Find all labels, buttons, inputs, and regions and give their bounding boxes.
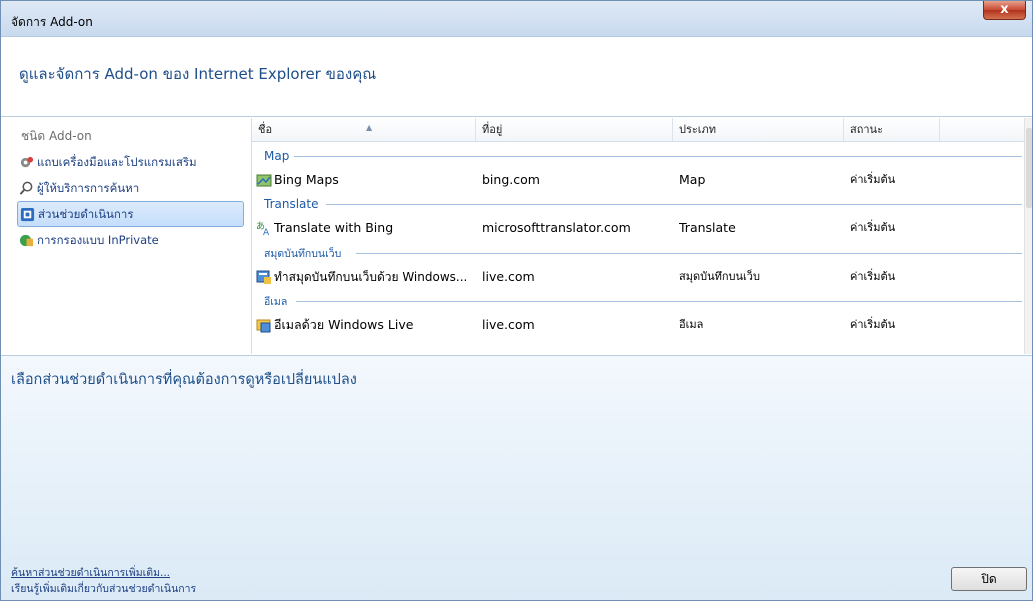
sidebar-item-label: แถบเครื่องมือและโปรแกรมเสริม	[37, 155, 197, 169]
row-name: ทำสมุดบันทึกบนเว็บด้วย Windows...	[274, 270, 468, 284]
page-heading: ดูและจัดการ Add-on ของ Internet Explorer…	[19, 65, 377, 83]
details-pane: เลือกส่วนช่วยดำเนินการที่คุณต้องการดูหรื…	[1, 355, 1032, 600]
title-bar: จัดการ Add-on x	[1, 1, 1032, 37]
group-header-email: อีเมล	[264, 294, 1022, 308]
group-header-translate: Translate	[264, 197, 1022, 211]
accelerator-icon	[20, 207, 35, 222]
find-more-link[interactable]: ค้นหาส่วนช่วยดำเนินการเพิ่มเติม...	[11, 564, 170, 581]
search-icon	[19, 181, 33, 195]
addon-list: ชื่อ ▲ ที่อยู่ ประเภท สถานะ Map Bing Map…	[251, 118, 1032, 354]
table-row[interactable]: あ A Translate with Bing microsofttransla…	[252, 217, 1022, 239]
svg-text:A: A	[263, 228, 270, 236]
group-divider	[294, 156, 1022, 157]
gear-icon	[20, 156, 34, 168]
row-status: ค่าเริ่มต้น	[850, 173, 896, 186]
sidebar-item-label: การกรองแบบ InPrivate	[37, 233, 159, 247]
email-icon	[256, 319, 271, 333]
map-icon	[256, 174, 272, 187]
group-divider	[326, 204, 1022, 205]
table-row[interactable]: อีเมลด้วย Windows Live live.com อีเมล ค่…	[252, 314, 1022, 336]
sidebar-item-label: ผู้ให้บริการการค้นหา	[37, 181, 140, 195]
sort-ascending-icon: ▲	[366, 123, 373, 132]
sidebar-item-inprivate[interactable]: การกรองแบบ InPrivate	[17, 228, 244, 254]
row-type: Translate	[679, 220, 736, 235]
column-header-address[interactable]: ที่อยู่	[476, 118, 673, 142]
row-status: ค่าเริ่มต้น	[850, 221, 896, 234]
row-name: อีเมลด้วย Windows Live	[274, 317, 414, 332]
scrollbar-thumb[interactable]	[1026, 128, 1032, 208]
row-type: สมุดบันทึกบนเว็บ	[679, 270, 760, 283]
inprivate-icon	[19, 234, 34, 247]
row-address: bing.com	[482, 172, 540, 187]
group-divider	[296, 301, 1022, 302]
column-header-filler	[940, 118, 1025, 142]
group-header-blog: สมุดบันทึกบนเว็บ	[264, 246, 1022, 260]
row-name: Translate with Bing	[274, 220, 394, 235]
close-button[interactable]: ปิด	[951, 567, 1027, 591]
column-header-status[interactable]: สถานะ	[844, 118, 940, 142]
sidebar-item-accelerators[interactable]: ส่วนช่วยดำเนินการ	[17, 201, 244, 227]
column-header-name[interactable]: ชื่อ ▲	[252, 118, 476, 142]
table-row[interactable]: ทำสมุดบันทึกบนเว็บด้วย Windows... live.c…	[252, 266, 1022, 288]
window-close-button[interactable]: x	[983, 1, 1026, 20]
row-name: Bing Maps	[274, 172, 339, 187]
addon-manager-window: จัดการ Add-on x ดูและจัดการ Add-on ของ I…	[0, 0, 1033, 601]
row-status: ค่าเริ่มต้น	[850, 318, 896, 331]
sidebar-item-search-providers[interactable]: ผู้ให้บริการการค้นหา	[17, 176, 244, 202]
row-address: microsofttranslator.com	[482, 220, 631, 235]
row-address: live.com	[482, 317, 535, 332]
addon-types-pane: ชนิด Add-on แถบเครื่องมือและโปรแกรมเสริม…	[1, 118, 251, 354]
learn-more-link[interactable]: เรียนรู้เพิ่มเติมเกี่ยวกับส่วนช่วยดำเนิน…	[11, 580, 196, 597]
row-type: อีเมล	[679, 318, 704, 331]
column-header-type[interactable]: ประเภท	[673, 118, 844, 142]
header: ดูและจัดการ Add-on ของ Internet Explorer…	[1, 38, 1032, 117]
group-divider	[356, 253, 1022, 254]
sidebar-item-toolbars[interactable]: แถบเครื่องมือและโปรแกรมเสริม	[17, 150, 244, 176]
blog-icon	[256, 270, 271, 284]
addon-types-caption: ชนิด Add-on	[21, 129, 92, 143]
table-row[interactable]: Bing Maps bing.com Map ค่าเริ่มต้น	[252, 169, 1022, 191]
row-type: Map	[679, 172, 706, 187]
row-address: live.com	[482, 269, 535, 284]
details-prompt: เลือกส่วนช่วยดำเนินการที่คุณต้องการดูหรื…	[11, 372, 357, 388]
sidebar-item-label: ส่วนช่วยดำเนินการ	[38, 207, 134, 221]
row-status: ค่าเริ่มต้น	[850, 270, 896, 283]
window-title: จัดการ Add-on	[11, 15, 93, 29]
vertical-scrollbar[interactable]	[1024, 118, 1032, 354]
translate-icon: あ A	[256, 221, 270, 236]
group-header-map: Map	[264, 149, 1022, 163]
